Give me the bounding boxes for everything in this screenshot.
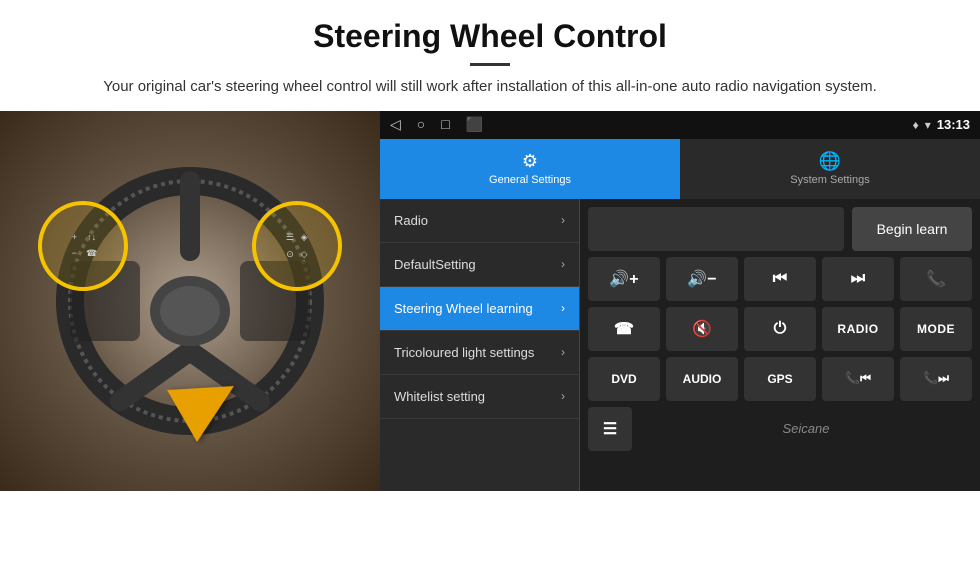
- gps-button[interactable]: GPS: [744, 357, 816, 401]
- content-area: + ↑↓ − ☎ ☰ ◈ ⊙ ◇: [0, 111, 980, 491]
- controls-row-2: ☎ 🔇 ⏻ RADIO MODE: [588, 307, 972, 351]
- menu-item-steering-wheel[interactable]: Steering Wheel learning ›: [380, 287, 579, 331]
- dvd-button[interactable]: DVD: [588, 357, 660, 401]
- chevron-icon-active: ›: [561, 301, 565, 315]
- android-ui-panel: ◁ ○ □ ⬛ ♦ ▾ 13:13 ⚙ General Settings 🌐 S…: [380, 111, 980, 491]
- car-image-area: + ↑↓ − ☎ ☰ ◈ ⊙ ◇: [0, 111, 380, 491]
- arrow-shape: [167, 360, 249, 442]
- back-nav-icon[interactable]: ◁: [390, 116, 401, 133]
- power-button[interactable]: ⏻: [744, 307, 816, 351]
- page-title: Steering Wheel Control: [60, 18, 920, 55]
- call-next-button[interactable]: 📞⏭: [900, 357, 972, 401]
- header-section: Steering Wheel Control Your original car…: [0, 0, 980, 111]
- learn-input-field[interactable]: [588, 207, 844, 251]
- volume-down-button[interactable]: 🔊−: [666, 257, 738, 301]
- circle-highlight-right: ☰ ◈ ⊙ ◇: [252, 201, 342, 291]
- chevron-icon: ›: [561, 345, 565, 359]
- chevron-icon: ›: [561, 213, 565, 227]
- car-background: + ↑↓ − ☎ ☰ ◈ ⊙ ◇: [0, 111, 380, 491]
- menu-item-radio-label: Radio: [394, 213, 561, 228]
- main-content: Radio › DefaultSetting › Steering Wheel …: [380, 199, 980, 491]
- arrow-indicator: [178, 371, 238, 431]
- begin-learn-row: Begin learn: [588, 207, 972, 251]
- signal-icon: ▾: [925, 118, 931, 132]
- next-track-button[interactable]: ⏭: [822, 257, 894, 301]
- menu-item-default-setting[interactable]: DefaultSetting ›: [380, 243, 579, 287]
- controls-row-1: 🔊+ 🔊− ⏮ ⏭ 📞: [588, 257, 972, 301]
- radio-button[interactable]: RADIO: [822, 307, 894, 351]
- left-button-grid: + ↑↓ − ☎: [67, 230, 99, 261]
- call-icon: ☎: [84, 246, 99, 261]
- audio-button[interactable]: AUDIO: [666, 357, 738, 401]
- location-icon: ♦: [913, 118, 919, 132]
- list-icon-button[interactable]: ☰: [588, 407, 632, 451]
- menu-item-tricoloured-label: Tricoloured light settings: [394, 345, 561, 360]
- call-button[interactable]: 📞: [900, 257, 972, 301]
- status-bar: ◁ ○ □ ⬛ ♦ ▾ 13:13: [380, 111, 980, 139]
- begin-learn-button[interactable]: Begin learn: [852, 207, 972, 251]
- subtitle-text: Your original car's steering wheel contr…: [60, 76, 920, 99]
- hang-up-button[interactable]: ☎: [588, 307, 660, 351]
- circle-highlight-left: + ↑↓ − ☎: [38, 201, 128, 291]
- general-settings-label: General Settings: [489, 174, 571, 186]
- power-icon: ◇: [298, 247, 310, 262]
- tab-general-settings[interactable]: ⚙ General Settings: [380, 139, 680, 199]
- general-settings-icon: ⚙: [522, 151, 538, 172]
- right-button-grid: ☰ ◈ ⊙ ◇: [284, 230, 310, 262]
- vol-ctrl-icon: ◈: [298, 230, 310, 245]
- tab-system-settings[interactable]: 🌐 System Settings: [680, 139, 980, 199]
- menu-list: Radio › DefaultSetting › Steering Wheel …: [380, 199, 580, 491]
- bottom-icon-row: ☰ Seicane: [588, 407, 972, 451]
- settings-tabs: ⚙ General Settings 🌐 System Settings: [380, 139, 980, 199]
- menu-item-default-label: DefaultSetting: [394, 257, 561, 272]
- recents-nav-icon[interactable]: □: [441, 116, 449, 133]
- call-prev-button[interactable]: 📞⏮: [822, 357, 894, 401]
- menu-icon: ☰: [284, 230, 296, 245]
- title-divider: [470, 63, 510, 66]
- menu-item-whitelist-label: Whitelist setting: [394, 389, 561, 404]
- menu-item-tricoloured[interactable]: Tricoloured light settings ›: [380, 331, 579, 375]
- volume-up-button[interactable]: 🔊+: [588, 257, 660, 301]
- status-icons-area: ♦ ▾ 13:13: [913, 117, 970, 132]
- seicane-watermark: Seicane: [640, 421, 972, 436]
- menu-item-steering-label: Steering Wheel learning: [394, 301, 561, 316]
- mute-button[interactable]: 🔇: [666, 307, 738, 351]
- nav-buttons: ◁ ○ □ ⬛: [390, 116, 483, 133]
- menu-item-whitelist[interactable]: Whitelist setting ›: [380, 375, 579, 419]
- system-settings-label: System Settings: [790, 174, 869, 186]
- system-settings-icon: 🌐: [819, 151, 841, 172]
- status-time: 13:13: [937, 117, 970, 132]
- right-control-panel: Begin learn 🔊+ 🔊− ⏮ ⏭ 📞 ☎ 🔇 ⏻ RADIO MODE: [580, 199, 980, 491]
- mode-button[interactable]: MODE: [900, 307, 972, 351]
- vol-down-icon: −: [67, 246, 82, 261]
- controls-row-3: DVD AUDIO GPS 📞⏮ 📞⏭: [588, 357, 972, 401]
- chevron-icon: ›: [561, 257, 565, 271]
- track-icon: ↑↓: [84, 230, 99, 244]
- vol-up-icon: +: [67, 230, 82, 244]
- menu-item-radio[interactable]: Radio ›: [380, 199, 579, 243]
- screenshot-nav-icon[interactable]: ⬛: [466, 116, 483, 133]
- prev-track-button[interactable]: ⏮: [744, 257, 816, 301]
- home-nav-icon[interactable]: ○: [417, 116, 425, 133]
- mode-icon: ⊙: [284, 247, 296, 262]
- chevron-icon: ›: [561, 389, 565, 403]
